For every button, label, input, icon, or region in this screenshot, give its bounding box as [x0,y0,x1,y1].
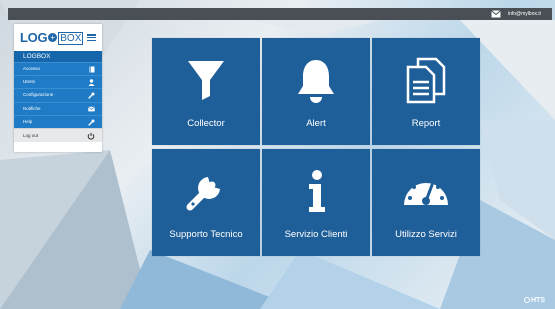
sidebar-menu: Accesso Utenti Configurazione Notifiche [14,62,102,142]
top-bar: info@mylbox.it [8,8,552,20]
tile-alert[interactable]: Alert [262,38,370,145]
logout-button[interactable]: Log out [14,127,102,142]
hamburger-menu-icon[interactable] [87,34,96,42]
logout-label: Log out [23,132,39,138]
envelope-icon [88,106,95,113]
mail-icon[interactable] [489,9,503,19]
logbox-logo: LOG + BOX [20,30,84,46]
brand-text: HTS [531,297,545,304]
sidebar-item-notifiche[interactable]: Notifiche [14,101,102,115]
sidebar-item-label: Notifiche [23,105,41,111]
gauge-icon [372,167,480,215]
sidebar-item-configurazione[interactable]: Configurazione [14,88,102,102]
user-icon [88,79,95,87]
tile-supporto-tecnico[interactable]: Supporto Tecnico [152,149,260,256]
info-icon [262,167,370,215]
tile-label: Supporto Tecnico [169,229,243,240]
sidebar-item-utenti[interactable]: Utenti [14,75,102,89]
tile-label: Collector [187,118,225,129]
documents-icon [372,56,480,104]
sidebar-item-label: Utenti [23,79,35,85]
user-email[interactable]: info@mylbox.it [508,8,541,20]
desktop-background: info@mylbox.it LOG + BOX LOGBOX Accesso Ut… [0,0,555,309]
funnel-icon [152,56,260,104]
tile-label: Servizio Clienti [284,229,348,240]
bell-icon [262,56,370,104]
hts-brand-logo: HTS [524,296,545,306]
tile-collector[interactable]: Collector [152,38,260,145]
sidebar-item-help[interactable]: Help [14,114,102,128]
sidebar-item-label: Configurazione [23,92,54,98]
tile-label: Utilizzo Servizi [395,229,457,240]
logo-area: LOG + BOX [14,24,102,51]
book-icon [88,66,95,73]
tile-utilizzo-servizi[interactable]: Utilizzo Servizi [372,149,480,256]
sidebar-item-label: Help [23,118,33,124]
sidebar-item-accesso[interactable]: Accesso [14,62,102,76]
sidebar-item-label: Accesso [23,66,41,71]
logo-text-box: BOX [58,32,84,45]
tile-servizio-clienti[interactable]: Servizio Clienti [262,149,370,256]
power-icon [87,132,95,140]
sidebar: LOG + BOX LOGBOX Accesso Utenti Configuraz… [14,24,102,152]
wrench-icon [88,92,95,100]
tile-label: Report [411,118,441,129]
menu-title: LOGBOX [14,51,102,62]
logo-text-log: LOG [20,30,48,45]
wrench-icon [88,119,95,126]
tile-report[interactable]: Report [372,38,480,145]
wrench-icon [152,167,260,215]
tile-label: Alert [306,118,326,129]
logo-plus: + [48,33,58,42]
